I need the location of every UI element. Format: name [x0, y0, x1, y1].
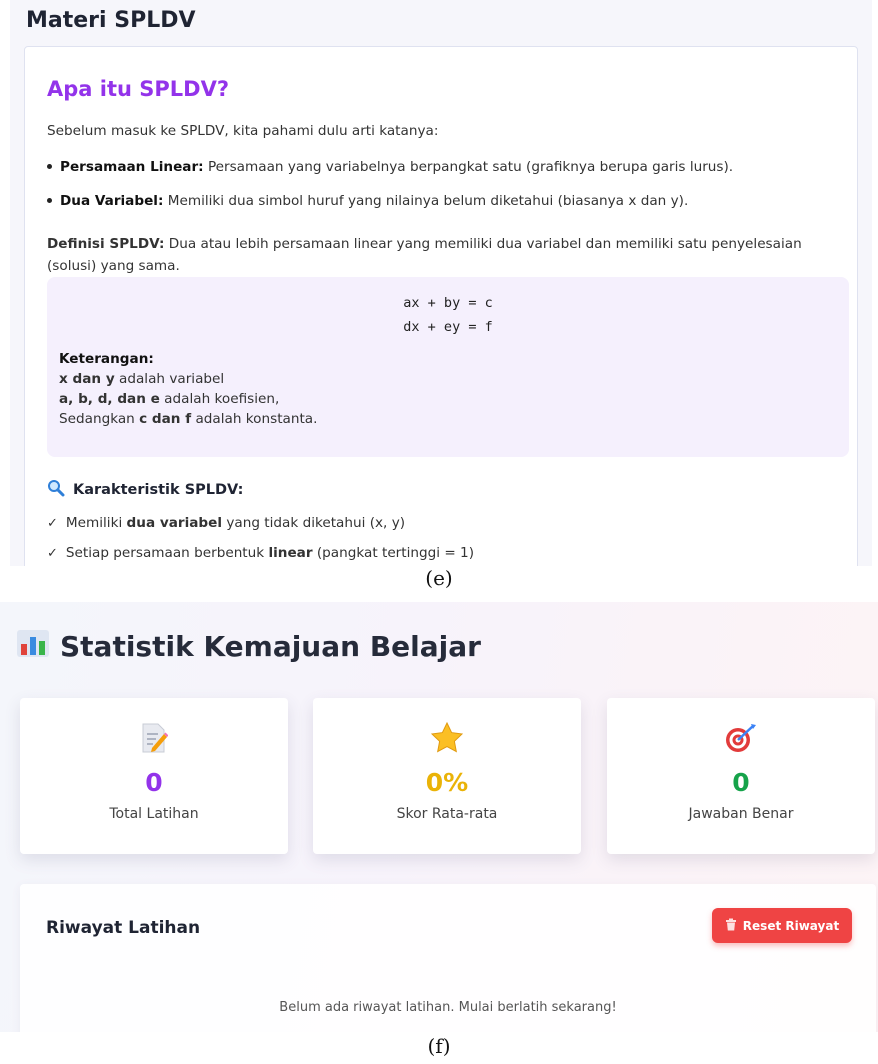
memo-icon	[20, 722, 288, 754]
stat-label: Skor Rata-rata	[396, 806, 498, 822]
stat-card-total-latihan: 0 Total Latihan	[20, 698, 288, 854]
bullet-term: Persamaan Linear:	[60, 159, 204, 175]
bullet-dot	[47, 164, 52, 169]
keterangan-text: Sedangkan	[59, 411, 140, 427]
formula-box: ax + by = c dx + ey = f Keterangan: x da…	[47, 277, 849, 457]
keterangan-bold: c dan f	[139, 411, 192, 427]
keterangan-text: adalah konstanta.	[191, 411, 318, 427]
magnifier-icon	[47, 479, 65, 501]
bar-chart-icon	[16, 628, 50, 665]
content-card: Apa itu SPLDV? Sebelum masuk ke SPLDV, k…	[24, 46, 858, 566]
intro-text: Sebelum masuk ke SPLDV, kita pahami dulu…	[47, 123, 439, 139]
stats-title: Statistik Kemajuan Belajar	[60, 630, 481, 663]
section-heading: Apa itu SPLDV?	[47, 77, 230, 101]
stats-heading: Statistik Kemajuan Belajar	[16, 628, 481, 665]
formula-line-2: dx + ey = f	[403, 319, 493, 335]
stat-value: 0%	[425, 768, 469, 797]
check-item: ✓ Memiliki dua variabel yang tidak diket…	[47, 515, 405, 531]
bullet-desc: Memiliki dua simbol huruf yang nilainya …	[167, 193, 689, 209]
keterangan-title: Keterangan:	[59, 351, 154, 367]
bullet-term: Dua Variabel:	[60, 193, 164, 209]
trash-icon	[725, 918, 737, 934]
keterangan-text: adalah variabel	[114, 371, 225, 387]
check-text: Memiliki dua variabel yang tidak diketah…	[66, 515, 405, 531]
karakteristik-heading: Karakteristik SPLDV:	[47, 479, 243, 501]
check-text-bold: linear	[268, 545, 313, 561]
keterangan-line: a, b, d, dan e adalah koefisien,	[59, 389, 317, 409]
star-icon	[313, 721, 581, 754]
keterangan-bold: a, b, d, dan e	[59, 391, 160, 407]
keterangan-text: adalah koefisien,	[159, 391, 280, 407]
bullet-dot	[47, 198, 52, 203]
check-text-bold: dua variabel	[126, 515, 223, 531]
formula-line-1: ax + by = c	[403, 295, 493, 311]
keterangan-line: Sedangkan c dan f adalah konstanta.	[59, 409, 317, 429]
panel-label-e: (e)	[425, 566, 453, 590]
check-text: Setiap persamaan berbentuk linear (pangk…	[66, 545, 474, 561]
history-section: Riwayat Latihan Reset Riwayat Belum ada …	[20, 884, 876, 1032]
check-item: ✓ Setiap persamaan berbentuk linear (pan…	[47, 545, 474, 561]
stat-label: Jawaban Benar	[688, 806, 794, 822]
panel-label-f: (f)	[427, 1034, 451, 1058]
page-title: Materi SPLDV	[26, 8, 196, 33]
stat-label: Total Latihan	[109, 806, 199, 822]
stat-card-skor-rata-rata: 0% Skor Rata-rata	[313, 698, 581, 854]
karakteristik-title: Karakteristik SPLDV:	[73, 482, 244, 498]
stat-value: 0	[732, 768, 750, 797]
reset-history-button[interactable]: Reset Riwayat	[712, 908, 852, 943]
bullet-item: Persamaan Linear: Persamaan yang variabe…	[47, 159, 733, 175]
keterangan-bold: x dan y	[59, 371, 115, 387]
history-title: Riwayat Latihan	[46, 918, 201, 938]
panel-e-screenshot: Materi SPLDV Apa itu SPLDV? Sebelum masu…	[10, 0, 872, 566]
keterangan: Keterangan: x dan y adalah variabel a, b…	[59, 349, 317, 429]
bullet-desc: Persamaan yang variabelnya berpangkat sa…	[207, 159, 734, 175]
page: Materi SPLDV Apa itu SPLDV? Sebelum masu…	[0, 0, 878, 1064]
definition: Definisi SPLDV: Dua atau lebih persamaan…	[47, 233, 837, 277]
stat-card-jawaban-benar: 0 Jawaban Benar	[607, 698, 875, 854]
keterangan-line: x dan y adalah variabel	[59, 369, 317, 389]
definition-term: Definisi SPLDV:	[47, 236, 165, 252]
check-text-post: yang tidak diketahui (x, y)	[222, 515, 406, 531]
check-text-post: (pangkat tertinggi = 1)	[312, 545, 475, 561]
target-icon	[607, 722, 875, 754]
check-text-pre: Setiap persamaan berbentuk	[65, 545, 269, 561]
check-text-pre: Memiliki	[65, 515, 127, 531]
bullet-text: Persamaan Linear: Persamaan yang variabe…	[60, 159, 733, 175]
panel-f-screenshot: Statistik Kemajuan Belajar 0 Total Latih…	[0, 602, 878, 1032]
check-icon: ✓	[47, 516, 58, 531]
bullet-item: Dua Variabel: Memiliki dua simbol huruf …	[47, 193, 688, 209]
stat-value: 0	[145, 768, 163, 797]
check-icon: ✓	[47, 546, 58, 561]
reset-button-label: Reset Riwayat	[742, 918, 840, 933]
history-empty-message: Belum ada riwayat latihan. Mulai berlati…	[279, 1000, 617, 1015]
bullet-text: Dua Variabel: Memiliki dua simbol huruf …	[60, 193, 688, 209]
